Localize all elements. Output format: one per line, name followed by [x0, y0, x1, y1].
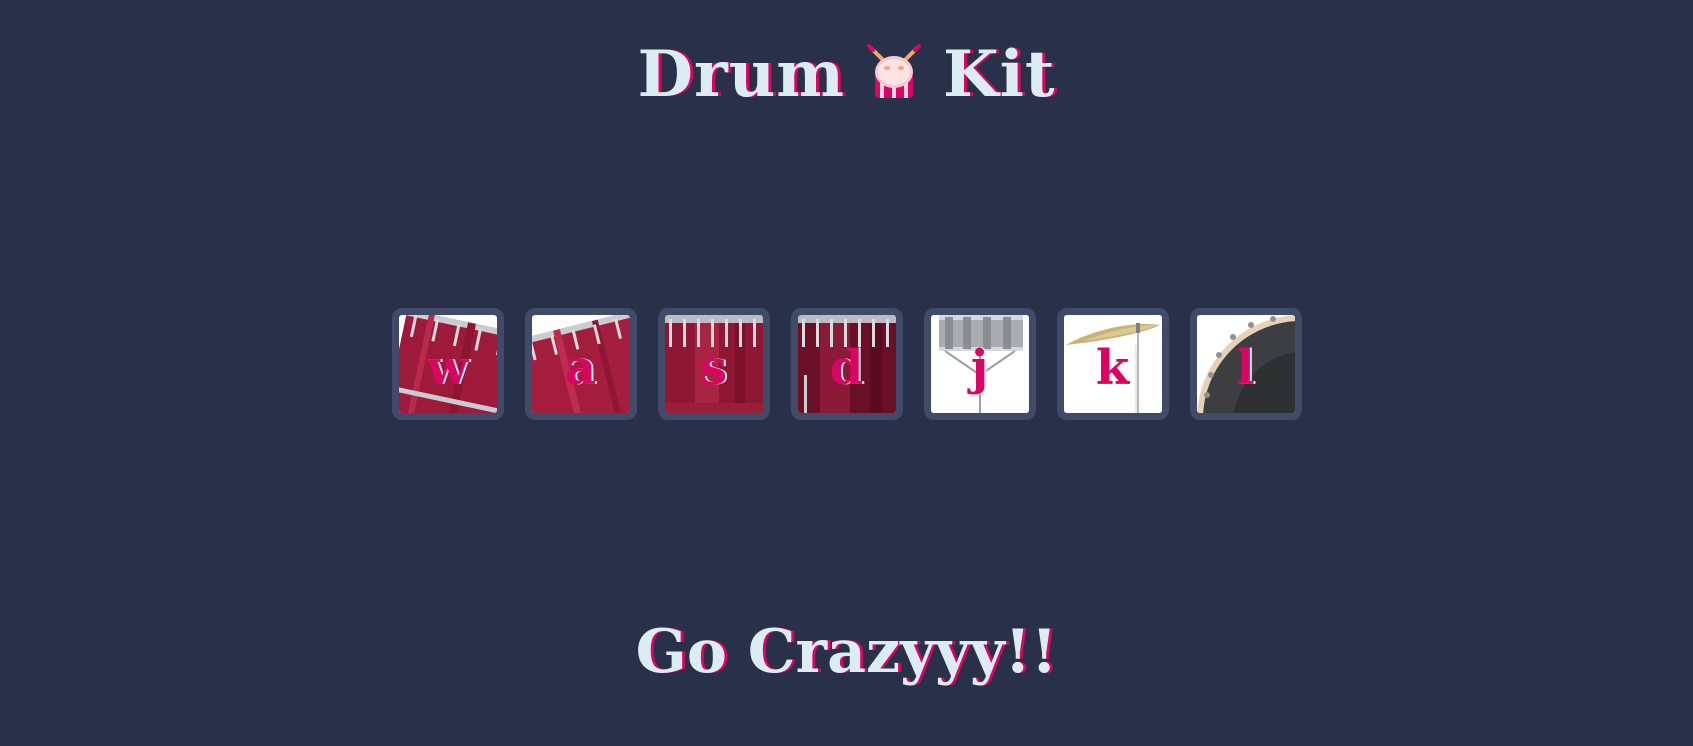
title-word-drum: Drum	[637, 36, 845, 112]
page-title: Drum Kit	[0, 30, 1693, 115]
drum-k-key: k	[1095, 340, 1130, 396]
drum-k-button[interactable]: k	[1056, 308, 1169, 420]
drum-l-button[interactable]: l	[1189, 308, 1302, 420]
drum-icon	[863, 43, 925, 106]
drum-l-key: l	[1236, 340, 1255, 396]
drum-w-button[interactable]: w	[391, 308, 504, 420]
drum-j-button[interactable]: j	[923, 308, 1036, 420]
footer-text: Go Crazyyy!!	[635, 617, 1058, 687]
drum-d-key: d	[829, 340, 864, 396]
drum-a-button[interactable]: a	[524, 308, 637, 420]
drum-j-key: j	[970, 340, 989, 396]
drum-a-key: a	[564, 340, 597, 396]
drum-w-key: w	[426, 340, 469, 396]
drum-set: w a s d j k l	[0, 308, 1693, 420]
drum-s-button[interactable]: s	[657, 308, 770, 420]
drum-s-key: s	[699, 340, 728, 396]
title-word-kit: Kit	[942, 36, 1056, 112]
drum-d-button[interactable]: d	[790, 308, 903, 420]
